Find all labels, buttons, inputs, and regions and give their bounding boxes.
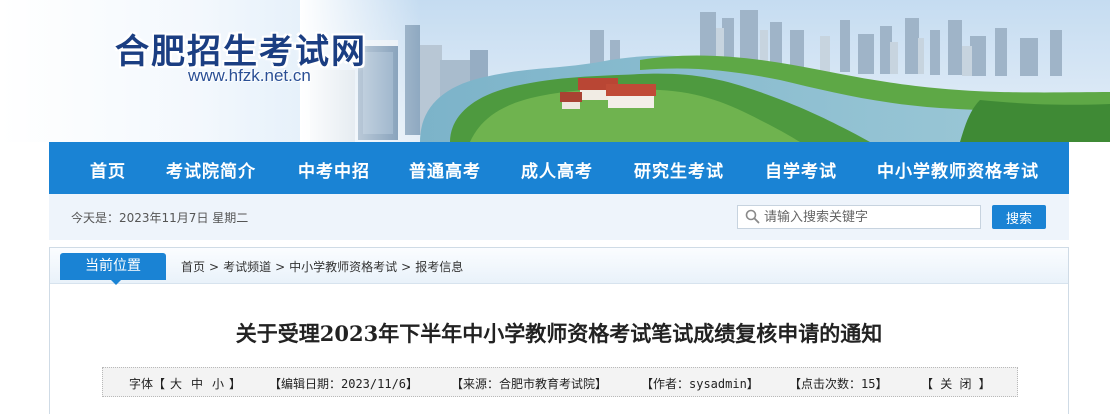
main-nav: 首页 考试院简介 中考中招 普通高考 成人高考 研究生考试 自学考试 中小学教师… [49,142,1069,194]
breadcrumb-separator: > [275,260,286,274]
search-icon [745,209,760,224]
nav-adult-exam[interactable]: 成人高考 [521,157,593,182]
search-box [737,205,981,229]
breadcrumb-bar: 当前位置 首页 > 考试频道 > 中小学教师资格考试 > 报考信息 [50,248,1068,285]
breadcrumb-separator: > [209,260,220,274]
breadcrumb-exam-channel[interactable]: 考试频道 [223,260,271,274]
close-window-link[interactable]: 【 关 闭 】 [921,375,991,392]
nav-gaokao[interactable]: 普通高考 [409,157,481,182]
search-button[interactable]: 搜索 [992,205,1046,229]
article-meta-bar: 字体【 大 中 小 】 【编辑日期：2023/11/6】 【来源：合肥市教育考试… [102,367,1018,397]
font-size-label-end: 】 [229,377,242,391]
site-banner: 合肥招生考试网 www.hfzk.net.cn [0,0,1110,142]
font-size-small-link[interactable]: 小 [212,375,224,392]
click-count: 【点击次数：15】 [789,377,888,391]
search-input[interactable] [764,208,974,226]
nav-self-study-exam[interactable]: 自学考试 [765,157,837,182]
nav-home[interactable]: 首页 [90,157,126,182]
article-author: 【作者：sysadmin】 [641,377,759,391]
article-title: 关于受理2023年下半年中小学教师资格考试笔试成绩复核申请的通知 [235,321,883,346]
font-size-label: 字体【 [129,377,166,391]
article-source: 【来源：合肥市教育考试院】 [451,377,608,391]
font-size-large-link[interactable]: 大 [170,375,182,392]
breadcrumb: 首页 > 考试频道 > 中小学教师资格考试 > 报考信息 [181,258,463,275]
nav-institute-intro[interactable]: 考试院简介 [166,157,256,182]
font-size-medium-link[interactable]: 中 [191,375,203,392]
location-tab-pointer [111,280,121,285]
nav-zhongkao[interactable]: 中考中招 [298,157,370,182]
breadcrumb-teacher-cert-exam[interactable]: 中小学教师资格考试 [289,260,397,274]
breadcrumb-home[interactable]: 首页 [181,260,205,274]
info-bar: 今天是：2023年11月7日 星期二 搜索 [49,194,1069,240]
breadcrumb-separator: > [401,260,412,274]
edit-date: 【编辑日期：2023/11/6】 [269,377,419,391]
article-panel: 当前位置 首页 > 考试频道 > 中小学教师资格考试 > 报考信息 关于受理2023年下半年… [49,247,1069,414]
nav-postgrad-exam[interactable]: 研究生考试 [634,157,724,182]
today-date: 今天是：2023年11月7日 星期二 [71,211,249,225]
breadcrumb-registration-info[interactable]: 报考信息 [415,260,463,274]
nav-teacher-cert-exam[interactable]: 中小学教师资格考试 [877,157,1039,182]
site-url: www.hfzk.net.cn [188,66,311,85]
current-location-label: 当前位置 [60,253,166,280]
